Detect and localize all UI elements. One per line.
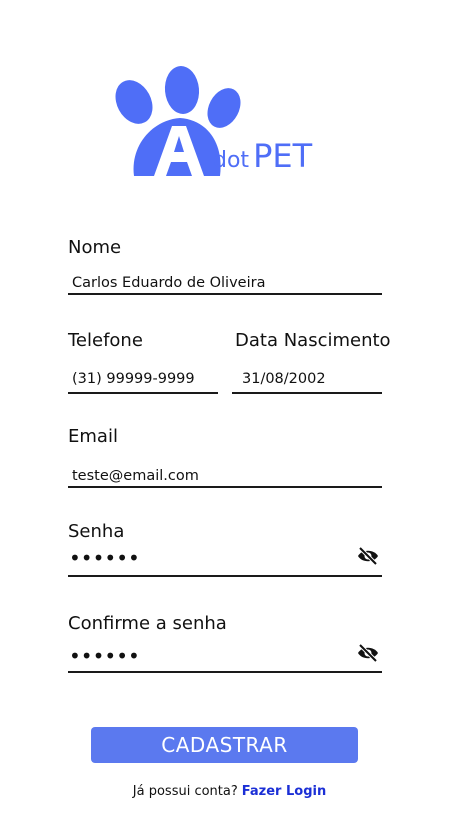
confirma-label: Confirme a senha (68, 613, 227, 634)
login-prompt-text: Já possui conta? (132, 784, 238, 799)
logo-pet-text: PET (253, 137, 313, 175)
nascimento-underline (232, 392, 382, 394)
nome-label: Nome (68, 237, 122, 258)
adotpet-logo: dot PET (112, 64, 342, 184)
senha-input[interactable]: •••••• (69, 548, 140, 568)
nome-input[interactable]: Carlos Eduardo de Oliveira (72, 274, 265, 292)
nascimento-input[interactable]: 31/08/2002 (242, 370, 326, 388)
nome-underline (68, 293, 382, 295)
fazer-login-link[interactable]: Fazer Login (242, 784, 326, 799)
logo-wordmark: dot PET (213, 137, 312, 175)
senha-underline (68, 575, 382, 577)
confirma-input[interactable]: •••••• (69, 646, 140, 666)
email-label: Email (68, 426, 118, 447)
email-input[interactable]: teste@email.com (72, 467, 199, 485)
telefone-underline (68, 392, 218, 394)
nascimento-label: Data Nascimento (235, 330, 391, 351)
logo-dot-text: dot (213, 148, 250, 173)
cadastrar-button[interactable]: CADASTRAR (91, 727, 358, 763)
eye-off-icon[interactable] (356, 643, 380, 663)
senha-label: Senha (68, 521, 125, 542)
eye-off-icon[interactable] (356, 546, 380, 566)
login-prompt: Já possui conta? Fazer Login (0, 784, 459, 799)
confirma-underline (68, 671, 382, 673)
email-underline (68, 486, 382, 488)
telefone-input[interactable]: (31) 99999-9999 (72, 370, 195, 388)
telefone-label: Telefone (68, 330, 143, 351)
